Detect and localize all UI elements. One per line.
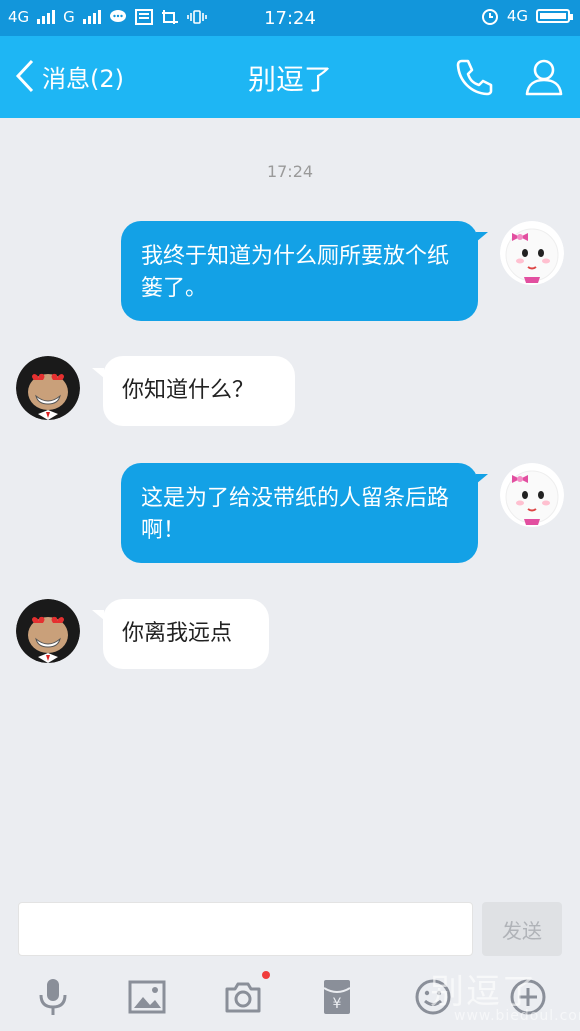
- contact-avatar[interactable]: [16, 599, 80, 663]
- red-packet-icon: ¥: [323, 980, 351, 1014]
- voice-button[interactable]: [32, 976, 74, 1018]
- message-bubble-outgoing[interactable]: 这是为了给没带纸的人留条后路啊！: [121, 463, 478, 563]
- battery-icon: [536, 9, 573, 23]
- back-label: 消息(2): [42, 64, 124, 93]
- message-text: 你知道什么？: [122, 378, 255, 403]
- status-right: 4G: [481, 7, 573, 25]
- notification-dot: [262, 971, 270, 979]
- image-icon: [128, 980, 166, 1014]
- watermark: 别逗了: [430, 972, 538, 1012]
- bubble-tail: [476, 474, 488, 484]
- phone-icon: [456, 59, 493, 96]
- contact-avatar[interactable]: [16, 356, 80, 420]
- chevron-left-icon: [15, 59, 34, 93]
- girl-avatar-icon: [500, 221, 564, 285]
- message-timestamp: 17:24: [266, 162, 314, 181]
- message-bubble-incoming[interactable]: 你离我远点: [103, 599, 269, 669]
- microphone-icon: [39, 979, 67, 1015]
- user-icon: [525, 59, 563, 96]
- alarm-icon: [481, 9, 498, 25]
- send-button[interactable]: 发送: [482, 902, 562, 956]
- status-bar: 4G G 17:24 4G: [0, 0, 580, 36]
- message-text: 这是为了给没带纸的人留条后路啊！: [141, 486, 450, 543]
- call-button[interactable]: [453, 56, 495, 98]
- monkey-avatar-icon: [16, 356, 80, 420]
- monkey-avatar-icon: [16, 599, 80, 663]
- red-packet-button[interactable]: ¥: [316, 976, 358, 1018]
- message-bubble-outgoing[interactable]: 我终于知道为什么厕所要放个纸篓了。: [121, 221, 478, 321]
- back-button[interactable]: 消息(2): [14, 58, 124, 94]
- message-text: 你离我远点: [122, 621, 233, 646]
- message-input[interactable]: [18, 902, 473, 956]
- profile-button[interactable]: [524, 56, 564, 98]
- camera-button[interactable]: [222, 976, 264, 1018]
- watermark-url: www.biedoul.com: [454, 1008, 580, 1024]
- gallery-button[interactable]: [126, 976, 168, 1018]
- my-avatar[interactable]: [500, 463, 564, 527]
- svg-text:¥: ¥: [333, 996, 342, 1012]
- message-text: 我终于知道为什么厕所要放个纸篓了。: [141, 244, 450, 301]
- message-bubble-incoming[interactable]: 你知道什么？: [103, 356, 295, 426]
- camera-icon: [225, 982, 261, 1013]
- my-avatar[interactable]: [500, 221, 564, 285]
- network-label-3: 4G: [506, 7, 528, 25]
- bubble-tail: [476, 232, 488, 242]
- title-bar: 消息(2) 别逗了: [0, 36, 580, 118]
- girl-avatar-icon: [500, 463, 564, 527]
